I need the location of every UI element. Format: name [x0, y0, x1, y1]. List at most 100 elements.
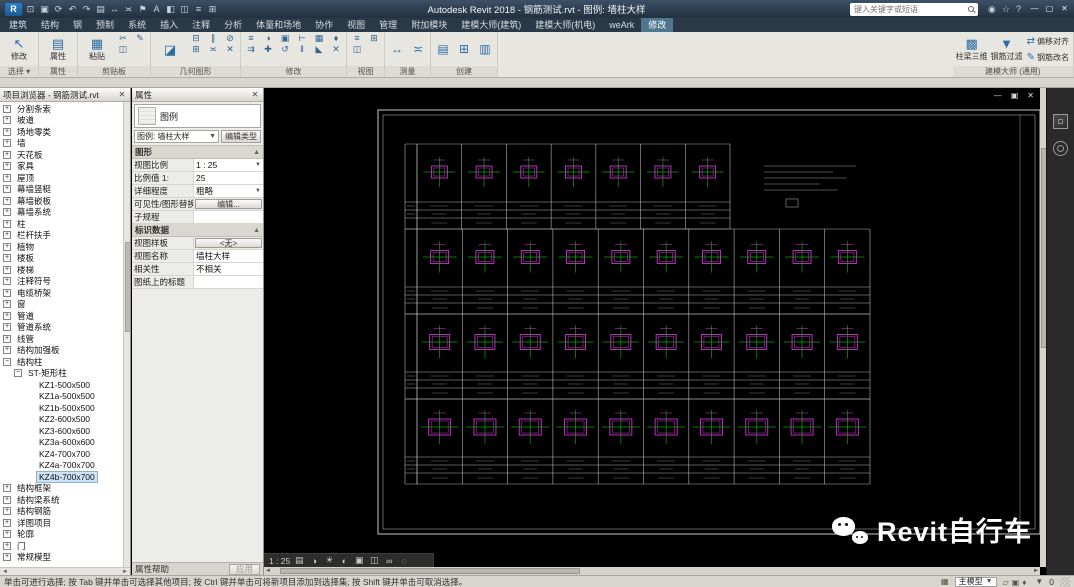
property-value[interactable]: 粗略 ▼: [194, 185, 263, 197]
pin-button[interactable]: ♦: [329, 33, 343, 44]
tab-注释[interactable]: 注释: [185, 18, 217, 32]
trim-button[interactable]: ⊢: [295, 33, 309, 44]
tab-插入[interactable]: 插入: [153, 18, 185, 32]
property-section-header[interactable]: 标识数据 ▲: [132, 224, 263, 237]
sun-path-icon[interactable]: ☀: [323, 555, 335, 566]
tab-体量和场地[interactable]: 体量和场地: [249, 18, 308, 32]
property-value[interactable]: 1 : 25 ▼: [194, 159, 263, 171]
browser-tree-item[interactable]: KZ1a-500x500: [0, 391, 130, 403]
tab-建模大师(机电)[interactable]: 建模大师(机电): [528, 18, 602, 32]
dimension-button[interactable]: ≍: [409, 33, 427, 65]
scale-button[interactable]: ◣: [312, 44, 326, 55]
select-pinned-toggle-icon[interactable]: ♦: [1022, 578, 1026, 587]
legend-component-button[interactable]: ▤: [434, 33, 452, 65]
cut-button[interactable]: ✂: [116, 33, 130, 44]
paste-button[interactable]: ▦ 粘贴: [81, 33, 113, 65]
tree-expander-icon[interactable]: +: [3, 231, 11, 240]
tab-分析[interactable]: 分析: [217, 18, 249, 32]
move-button[interactable]: ✚: [261, 44, 275, 55]
match-type-button[interactable]: ✎: [133, 33, 147, 44]
text-note-icon[interactable]: A: [151, 3, 162, 16]
cut-geometry-button[interactable]: ⊟: [189, 33, 203, 44]
apply-button[interactable]: 应用: [228, 563, 260, 575]
view-close-icon[interactable]: ✕: [1027, 91, 1034, 100]
tree-expander-icon[interactable]: +: [3, 242, 11, 251]
select-links-toggle-icon[interactable]: ▱: [1003, 578, 1009, 587]
default-3d-view-icon[interactable]: ◧: [165, 3, 176, 16]
properties-button[interactable]: ▤ 属性: [42, 33, 74, 65]
close-icon[interactable]: ✕: [1057, 1, 1072, 17]
crop-view-icon[interactable]: ▣: [353, 555, 365, 566]
save-icon[interactable]: ▣: [39, 3, 50, 16]
tree-vertical-scrollbar[interactable]: [123, 102, 130, 567]
detail-group-button[interactable]: ⊞: [455, 33, 473, 65]
browser-tree-item[interactable]: KZ3-600x600: [0, 425, 130, 437]
tree-expander-icon[interactable]: +: [3, 127, 11, 136]
shadows-icon[interactable]: ◐: [338, 556, 350, 566]
tree-expander-icon[interactable]: +: [3, 530, 11, 539]
type-selector-family[interactable]: 图例: [134, 104, 261, 128]
sync-icon[interactable]: ⟳: [53, 3, 64, 16]
tree-expander-icon[interactable]: +: [3, 553, 11, 562]
tree-expander-icon[interactable]: +: [3, 346, 11, 355]
tree-expander-icon[interactable]: +: [3, 162, 11, 171]
property-value[interactable]: [194, 276, 263, 288]
help-icon[interactable]: ?: [1016, 4, 1021, 15]
tree-horizontal-scrollbar[interactable]: ◄ ►: [0, 567, 130, 575]
tree-expander-icon[interactable]: +: [3, 173, 11, 182]
drawing-canvas[interactable]: — ▣ ✕ 1 : 25 ▤ ◑ ☀ ◐ ▣ ◫ ∞ ◌ ◄ ► Revit自行车: [264, 88, 1046, 575]
close-icon[interactable]: ✕: [250, 90, 260, 99]
tab-附加模块[interactable]: 附加模块: [404, 18, 454, 32]
tab-协作[interactable]: 协作: [308, 18, 340, 32]
join-button[interactable]: ⊞: [189, 44, 203, 55]
browser-tree-item[interactable]: KZ1-500x500: [0, 379, 130, 391]
view-scale[interactable]: 1 : 25: [269, 556, 290, 566]
tab-建模大师(建筑)[interactable]: 建模大师(建筑): [454, 18, 528, 32]
beam-wall-join-button[interactable]: ∥: [206, 33, 220, 44]
property-value[interactable]: 不相关: [194, 263, 263, 275]
temporary-hide-isolate-icon[interactable]: ∞: [383, 556, 395, 566]
worksets-icon[interactable]: ▦: [941, 577, 949, 586]
open-icon[interactable]: ⊡: [25, 3, 36, 16]
tab-管理[interactable]: 管理: [372, 18, 404, 32]
tree-expander-icon[interactable]: +: [3, 495, 11, 504]
tree-expander-icon[interactable]: +: [3, 311, 11, 320]
redo-icon[interactable]: ↷: [81, 3, 92, 16]
browser-tree-item[interactable]: − ST-矩形柱: [0, 368, 130, 380]
select-underlay-toggle-icon[interactable]: ▣: [1012, 578, 1020, 587]
tab-结构[interactable]: 结构: [34, 18, 66, 32]
property-value-button[interactable]: <无>: [195, 238, 262, 248]
steering-wheel-icon[interactable]: [1053, 141, 1068, 156]
tree-expander-icon[interactable]: +: [3, 323, 11, 332]
demolish-button[interactable]: ✕: [223, 44, 237, 55]
tree-expander-icon[interactable]: +: [3, 116, 11, 125]
tree-expander-icon[interactable]: +: [3, 518, 11, 527]
navigation-cube-icon[interactable]: [1053, 114, 1068, 129]
switch-windows-button[interactable]: ⊞: [367, 33, 381, 44]
browser-tree-item[interactable]: KZ3a-600x600: [0, 437, 130, 449]
property-value[interactable]: 墙柱大样: [194, 250, 263, 262]
delete-button[interactable]: ✕: [329, 44, 343, 55]
tree-expander-icon[interactable]: +: [3, 484, 11, 493]
tree-expander-icon[interactable]: +: [3, 150, 11, 159]
tab-weArk[interactable]: weArk: [602, 18, 641, 32]
browser-tree-item[interactable]: KZ4a-700x700: [0, 460, 130, 472]
view-minimize-icon[interactable]: —: [994, 91, 1002, 100]
split-button[interactable]: ‖: [295, 44, 309, 55]
tree-expander-icon[interactable]: +: [3, 300, 11, 309]
ribbon-panel-label[interactable]: 测量: [385, 66, 430, 77]
measure-icon[interactable]: ↔: [109, 3, 120, 16]
favorites-icon[interactable]: ☆: [1002, 4, 1010, 15]
project-browser-header[interactable]: 项目浏览器 - 钢筋测试.rvt ✕: [0, 88, 130, 102]
search-input[interactable]: [854, 4, 967, 14]
cope-button[interactable]: ◪: [154, 33, 186, 65]
array-button[interactable]: ▦: [312, 33, 326, 44]
resize-grip[interactable]: [1060, 576, 1070, 587]
tree-expander-icon[interactable]: +: [3, 208, 11, 217]
tree-expander-icon[interactable]: +: [3, 104, 11, 113]
rebar-filter-button[interactable]: ▼ 钢筋过滤: [991, 33, 1023, 65]
search-box[interactable]: [850, 2, 979, 16]
tree-expander-icon[interactable]: +: [3, 185, 11, 194]
align-button[interactable]: ≡: [244, 33, 258, 44]
tree-expander-icon[interactable]: +: [3, 265, 11, 274]
